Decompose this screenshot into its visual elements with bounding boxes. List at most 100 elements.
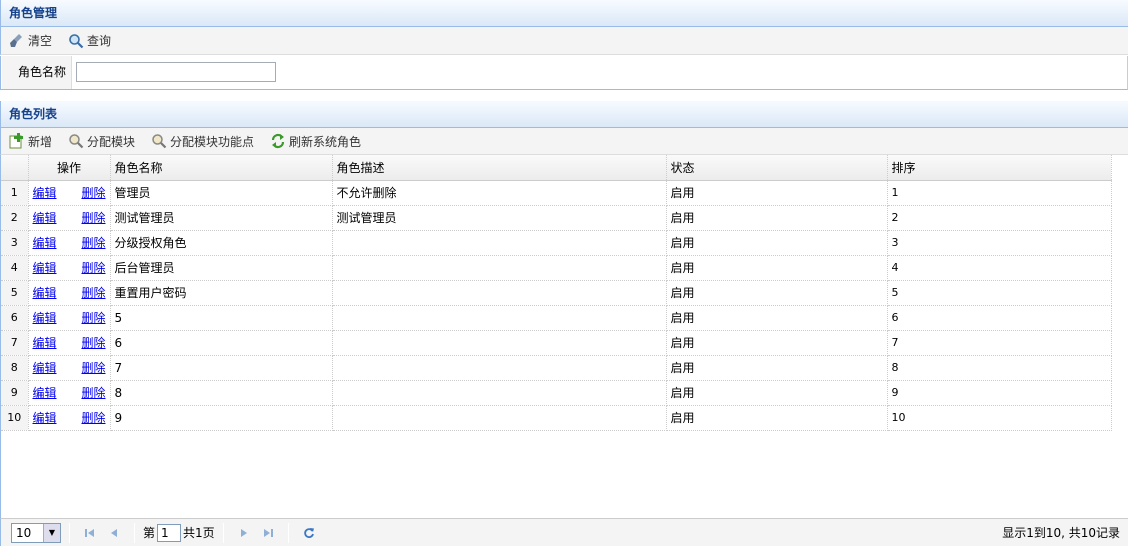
assign-module-button[interactable]: 分配模块 [68,133,135,150]
refresh-button[interactable] [300,524,318,542]
edit-link[interactable]: 编辑 [33,259,57,276]
current-page-input[interactable]: 1 [157,523,182,542]
roles-grid: 操作 角色名称 角色描述 状态 排序 1 编辑 删除 管理员 不允许删除 启用 1 2 编辑 删除… [0,155,1128,518]
delete-link[interactable]: 删除 [81,234,105,251]
table-row[interactable]: 3 编辑 删除 分级授权角色 启用 3 [1,230,1112,256]
delete-link[interactable]: 删除 [81,259,105,276]
pager-separator [287,522,289,543]
table-row[interactable]: 9 编辑 删除 8 启用 9 [1,380,1112,406]
role-name-cell: 9 [110,405,333,431]
table-row[interactable]: 2 编辑 删除 测试管理员 测试管理员 启用 2 [1,205,1112,231]
order-cell: 2 [887,205,1112,231]
first-page-button[interactable] [81,524,99,542]
magnifier-icon [151,133,167,149]
role-name-cell: 测试管理员 [110,205,333,231]
next-page-button[interactable] [235,524,253,542]
edit-link[interactable]: 编辑 [33,384,57,401]
column-header-order[interactable]: 排序 [887,155,1112,181]
edit-link[interactable]: 编辑 [33,409,57,426]
row-number: 8 [1,355,29,381]
clear-button[interactable]: 清空 [9,32,52,49]
pagination-bar: 10 ▼ 第 1 共1页 显示1到10, 共10记录 [0,518,1128,546]
page-prefix: 第 [143,526,156,540]
actions-cell: 编辑 删除 [28,180,111,206]
role-desc-cell [332,230,667,256]
row-number: 5 [1,280,29,306]
role-desc-cell: 不允许删除 [332,180,667,206]
table-row[interactable]: 8 编辑 删除 7 启用 8 [1,355,1112,381]
row-number: 3 [1,230,29,256]
order-cell: 3 [887,230,1112,256]
pager-separator [222,522,224,543]
query-button[interactable]: 查询 [68,32,111,49]
chevron-down-icon: ▼ [43,523,60,542]
edit-link[interactable]: 编辑 [33,359,57,376]
status-cell: 启用 [666,305,888,331]
order-cell: 6 [887,305,1112,331]
actions-cell: 编辑 删除 [28,355,111,381]
table-row[interactable]: 1 编辑 删除 管理员 不允许删除 启用 1 [1,180,1112,206]
actions-cell: 编辑 删除 [28,230,111,256]
broom-icon [9,33,25,49]
edit-link[interactable]: 编辑 [33,234,57,251]
search-toolbar: 清空 查询 [0,27,1128,55]
table-row[interactable]: 5 编辑 删除 重置用户密码 启用 5 [1,280,1112,306]
role-desc-cell [332,405,667,431]
total-pages: 共1页 [183,526,215,540]
delete-link[interactable]: 删除 [81,359,105,376]
table-row[interactable]: 10 编辑 删除 9 启用 10 [1,405,1112,431]
order-cell: 4 [887,255,1112,281]
last-page-button[interactable] [259,524,277,542]
order-cell: 10 [887,405,1112,431]
delete-link[interactable]: 删除 [81,334,105,351]
page-size-select[interactable]: 10 ▼ [11,522,61,543]
prev-page-icon [111,528,117,537]
column-header-role-desc[interactable]: 角色描述 [332,155,667,181]
add-button[interactable]: 新增 [9,133,52,150]
actions-cell: 编辑 删除 [28,330,111,356]
order-cell: 9 [887,380,1112,406]
roles-table: 操作 角色名称 角色描述 状态 排序 1 编辑 删除 管理员 不允许删除 启用 1 2 编辑 删除… [1,155,1112,431]
role-desc-cell: 测试管理员 [332,205,667,231]
edit-link[interactable]: 编辑 [33,309,57,326]
delete-link[interactable]: 删除 [81,284,105,301]
pager-separator [69,522,70,543]
row-number: 4 [1,255,29,281]
pager-info: 显示1到10, 共10记录 [1002,526,1120,540]
delete-link[interactable]: 删除 [81,184,105,201]
role-desc-cell [332,380,667,406]
role-name-cell: 8 [110,380,333,406]
refresh-roles-button[interactable]: 刷新系统角色 [270,133,361,150]
role-name-input[interactable] [76,62,276,82]
edit-link[interactable]: 编辑 [33,284,57,301]
edit-link[interactable]: 编辑 [33,334,57,351]
column-header-status[interactable]: 状态 [666,155,888,181]
add-icon [9,133,25,149]
assign-function-button[interactable]: 分配模块功能点 [151,133,254,150]
delete-link[interactable]: 删除 [81,409,105,426]
edit-link[interactable]: 编辑 [33,184,57,201]
actions-cell: 编辑 删除 [28,380,111,406]
table-row[interactable]: 4 编辑 删除 后台管理员 启用 4 [1,255,1112,281]
delete-link[interactable]: 删除 [81,384,105,401]
role-name-cell: 管理员 [110,180,333,206]
delete-link[interactable]: 删除 [81,209,105,226]
refresh-arrows-icon [270,133,286,149]
order-cell: 8 [887,355,1112,381]
order-cell: 5 [887,280,1112,306]
column-header-actions[interactable]: 操作 [28,155,111,181]
edit-link[interactable]: 编辑 [33,209,57,226]
row-number-header [1,155,29,181]
table-row[interactable]: 7 编辑 删除 6 启用 7 [1,330,1112,356]
role-name-cell: 后台管理员 [110,255,333,281]
order-cell: 1 [887,180,1112,206]
table-row[interactable]: 6 编辑 删除 5 启用 6 [1,305,1112,331]
status-cell: 启用 [666,405,888,431]
table-header-row: 操作 角色名称 角色描述 状态 排序 [1,155,1112,181]
delete-link[interactable]: 删除 [81,309,105,326]
column-header-role-name[interactable]: 角色名称 [110,155,333,181]
prev-page-button[interactable] [105,524,123,542]
row-number: 1 [1,180,29,206]
status-cell: 启用 [666,280,888,306]
actions-cell: 编辑 删除 [28,405,111,431]
